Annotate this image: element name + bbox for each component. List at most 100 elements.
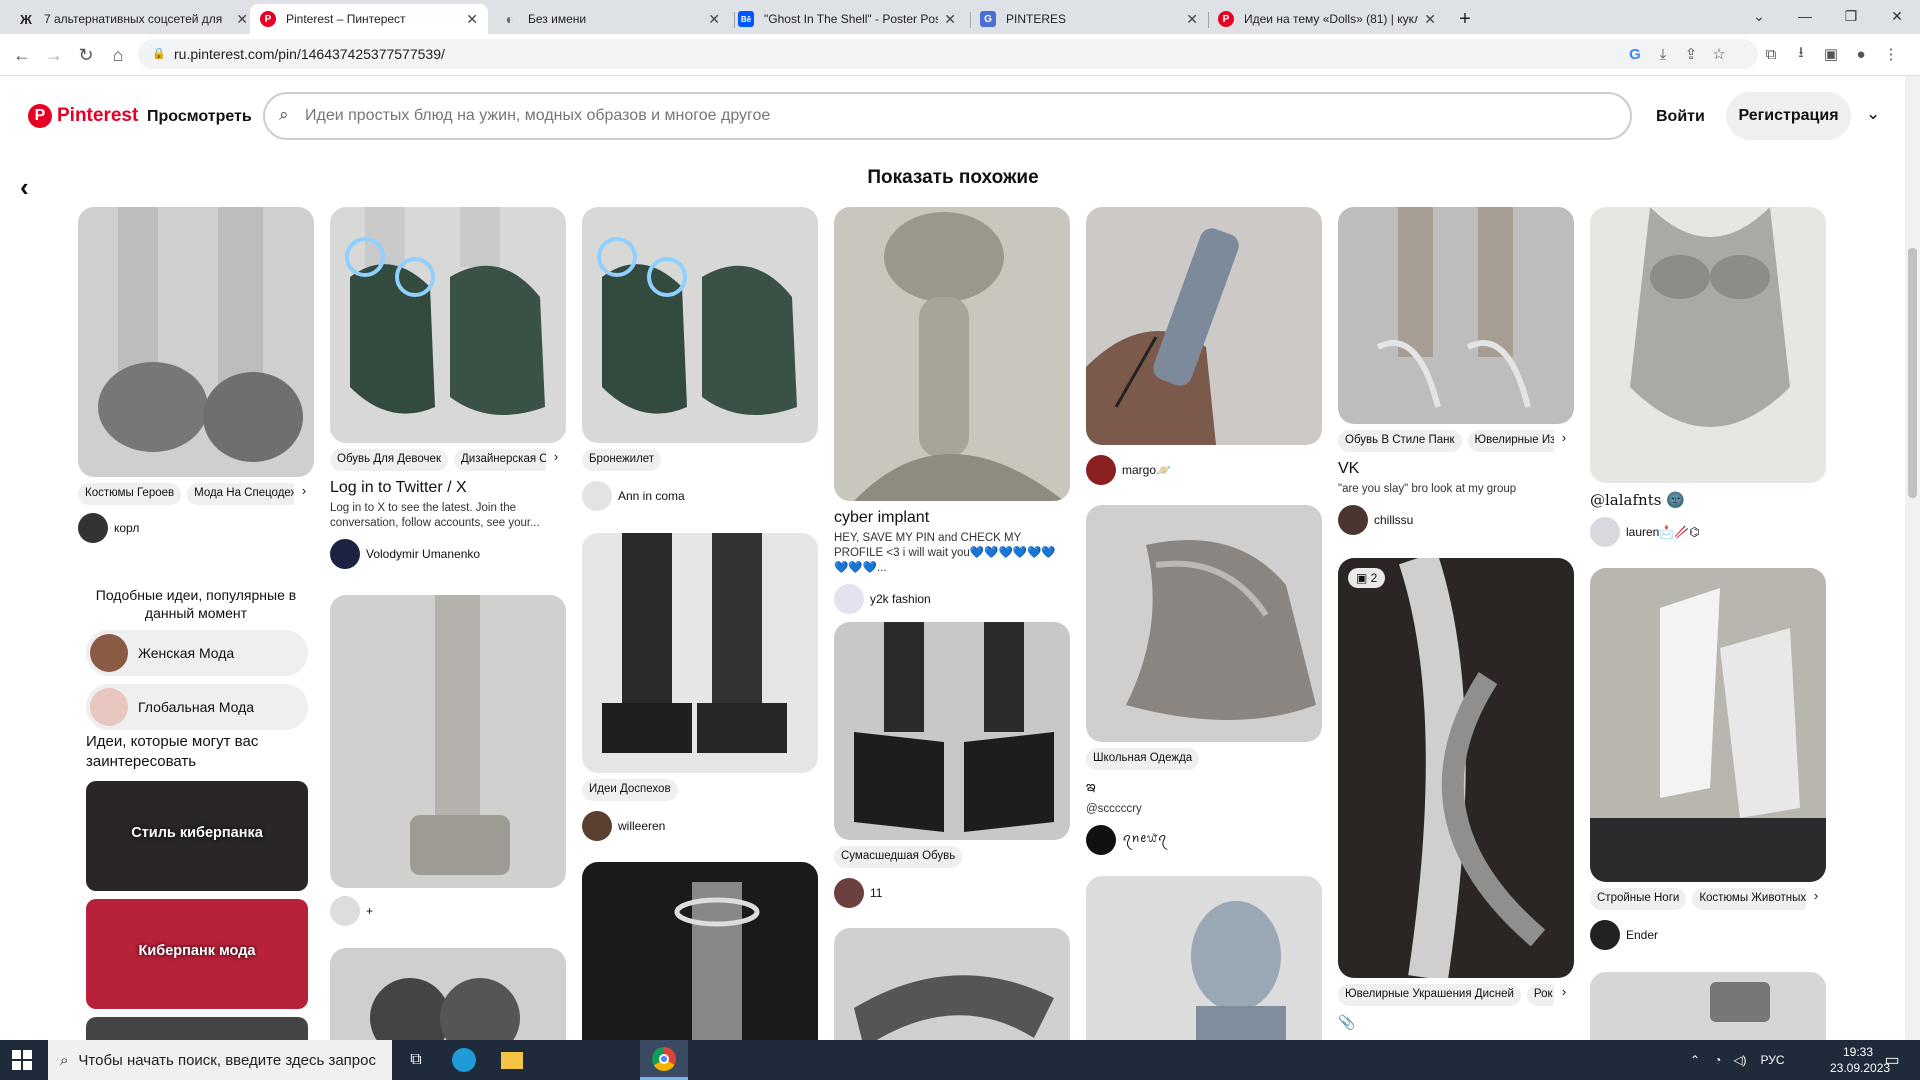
pin-card[interactable] [1086,876,1322,1040]
share-icon[interactable]: ⇪ [1680,43,1702,65]
chevron-right-icon[interactable]: › [1554,430,1574,452]
back-arrow-icon[interactable]: ← [8,41,36,69]
tag-chip[interactable]: Обувь В Стиле Панк [1338,430,1462,452]
pin-card[interactable]: Обувь Для Девочек Дизайнерская Обувь › L… [330,207,566,569]
login-button[interactable]: Войти [1656,108,1705,126]
pin-author[interactable]: Ann in coma [582,481,818,511]
pin-image[interactable] [582,862,818,1040]
pin-image[interactable] [582,533,818,773]
bookmark-star-icon[interactable]: ☆ [1708,43,1730,65]
pin-title[interactable]: cyber implant [834,509,1070,527]
pin-card[interactable]: Костюмы Героев Мода На Спецодежду › корл [78,207,314,543]
chevron-down-icon[interactable]: ⌄ [1866,104,1880,124]
tag-chip[interactable]: Стройные Ноги [1590,888,1687,910]
page-scrollbar[interactable] [1905,76,1920,1040]
browser-tab[interactable]: Ж 7 альтернативных соцсетей для ✕ [8,4,258,34]
pin-card[interactable]: Сумасшедшая Обувь 11 [834,622,1070,908]
pin-image[interactable]: ▣ 2 [1338,558,1574,978]
google-icon[interactable]: G [1624,43,1646,65]
tag-chip[interactable]: Идеи Доспехов [582,779,678,801]
pin-image[interactable] [330,948,566,1040]
chrome-taskbar-icon[interactable] [640,1040,688,1080]
pin-card[interactable] [330,948,566,1040]
tag-chip[interactable]: Костюмы Героев [78,483,182,505]
close-tab-icon[interactable]: ✕ [944,11,956,28]
pin-card[interactable]: Стройные Ноги Костюмы Животных › Ender [1590,568,1826,950]
pin-image[interactable] [1590,207,1826,483]
pin-author[interactable]: корл [78,513,314,543]
pin-author[interactable]: + [330,896,566,926]
pin-image[interactable] [78,207,314,477]
browser-tab[interactable]: Bē "Ghost In The Shell" - Poster Pos ✕ [728,4,966,34]
pin-card[interactable]: margo🪐 [1086,207,1322,485]
pin-image[interactable] [1086,876,1322,1040]
tab-search-icon[interactable]: ⌄ [1736,0,1782,32]
browser-tab[interactable]: P Идеи на тему «Dolls» (81) | кукл ✕ [1208,4,1446,34]
pin-image[interactable] [1086,207,1322,445]
pin-image[interactable] [834,928,1070,1040]
pin-author[interactable]: Volodymir Umanenko [330,538,566,569]
close-tab-icon[interactable]: ✕ [466,11,478,28]
pin-title[interactable]: VK [1338,460,1574,478]
task-view-icon[interactable]: ⧉ [392,1040,440,1080]
pin-author[interactable]: y2k fashion [834,583,1070,614]
popular-idea-pill[interactable]: Женская Мода [86,630,308,676]
menu-kebab-icon[interactable]: ⋮ [1880,43,1902,65]
tag-chip[interactable]: Ювелирные Украшения Дисней [1338,984,1521,1006]
chevron-right-icon[interactable]: › [294,483,314,505]
pin-author[interactable]: 11 [834,878,1070,908]
close-tab-icon[interactable]: ✕ [1424,11,1436,28]
reload-icon[interactable]: ↻ [72,41,100,69]
pin-image[interactable] [582,207,818,443]
close-tab-icon[interactable]: ✕ [1186,11,1198,28]
windows-start-icon[interactable] [12,1050,32,1070]
pin-title[interactable]: 📎 [1338,1014,1574,1031]
scrollbar-thumb[interactable] [1908,248,1917,498]
pin-card[interactable]: Школьная Одежда ఇ @scccccry ꪖꪀꫀ᭙ꪖ [1086,505,1322,855]
pin-author[interactable]: ꪖꪀꫀ᭙ꪖ [1086,824,1322,855]
tag-chip[interactable]: Школьная Одежда [1086,748,1200,770]
taskbar-search-input[interactable]: ⌕ Чтобы начать поиск, введите здесь запро… [48,1040,392,1080]
maximize-button[interactable]: ❐ [1828,0,1874,32]
browse-link[interactable]: Просмотреть [147,108,252,126]
extensions-puzzle-icon[interactable]: ⧉ [1760,43,1782,65]
language-indicator[interactable]: РУС [1761,1053,1785,1067]
pin-author[interactable]: margo🪐 [1086,455,1322,485]
home-icon[interactable]: ⌂ [104,41,132,69]
pin-title[interactable]: @lalafnts 🌚 [1590,491,1826,509]
pin-image[interactable] [330,207,566,443]
address-bar[interactable]: 🔒 ru.pinterest.com/pin/14643742537757753… [138,39,1758,69]
pin-card[interactable] [1590,972,1826,1040]
notifications-icon[interactable]: ▭ [1872,1040,1912,1080]
file-explorer-icon[interactable] [488,1040,536,1080]
pin-image[interactable] [1590,568,1826,882]
signup-button[interactable]: Регистрация [1726,92,1851,140]
tag-chip[interactable]: Сумасшедшая Обувь [834,846,963,868]
idea-card[interactable] [86,1016,308,1040]
browser-tab-active[interactable]: P Pinterest – Пинтерест ✕ [250,4,488,34]
pin-card[interactable] [834,928,1070,1040]
pin-card[interactable]: cyber implant HEY, SAVE MY PIN and CHECK… [834,207,1070,614]
install-app-icon[interactable]: ⤓ [1652,43,1674,65]
pin-title[interactable]: Log in to Twitter / X [330,479,566,497]
pin-card[interactable]: Идеи Доспехов willeeren [582,533,818,841]
pin-card[interactable] [582,862,818,1040]
pin-author[interactable]: willeeren [582,811,818,841]
close-tab-icon[interactable]: ✕ [236,11,248,28]
popular-idea-pill[interactable]: Глобальная Мода [86,684,308,730]
volume-icon[interactable]: ◁) [1733,1053,1746,1067]
browser-tab[interactable]: G PINTERES ✕ [970,4,1208,34]
chevron-right-icon[interactable]: › [1806,888,1826,910]
pin-card[interactable]: Бронежилет Ann in coma [582,207,818,511]
pin-title[interactable]: ఇ [1086,778,1322,798]
close-tab-icon[interactable]: ✕ [708,11,720,28]
edge-browser-icon[interactable] [440,1040,488,1080]
pin-image[interactable] [1590,972,1826,1040]
idea-card[interactable]: Киберпанк мода [86,898,308,1009]
pin-author[interactable]: lauren📩🥢⌬ [1590,517,1826,547]
close-window-button[interactable]: ✕ [1874,0,1920,32]
new-tab-button[interactable]: + [1450,4,1480,34]
browser-tab[interactable]: ◐ Без имени ✕ [492,4,730,34]
downloads-icon[interactable]: ⭳ [1790,43,1812,65]
pin-image[interactable] [834,622,1070,840]
